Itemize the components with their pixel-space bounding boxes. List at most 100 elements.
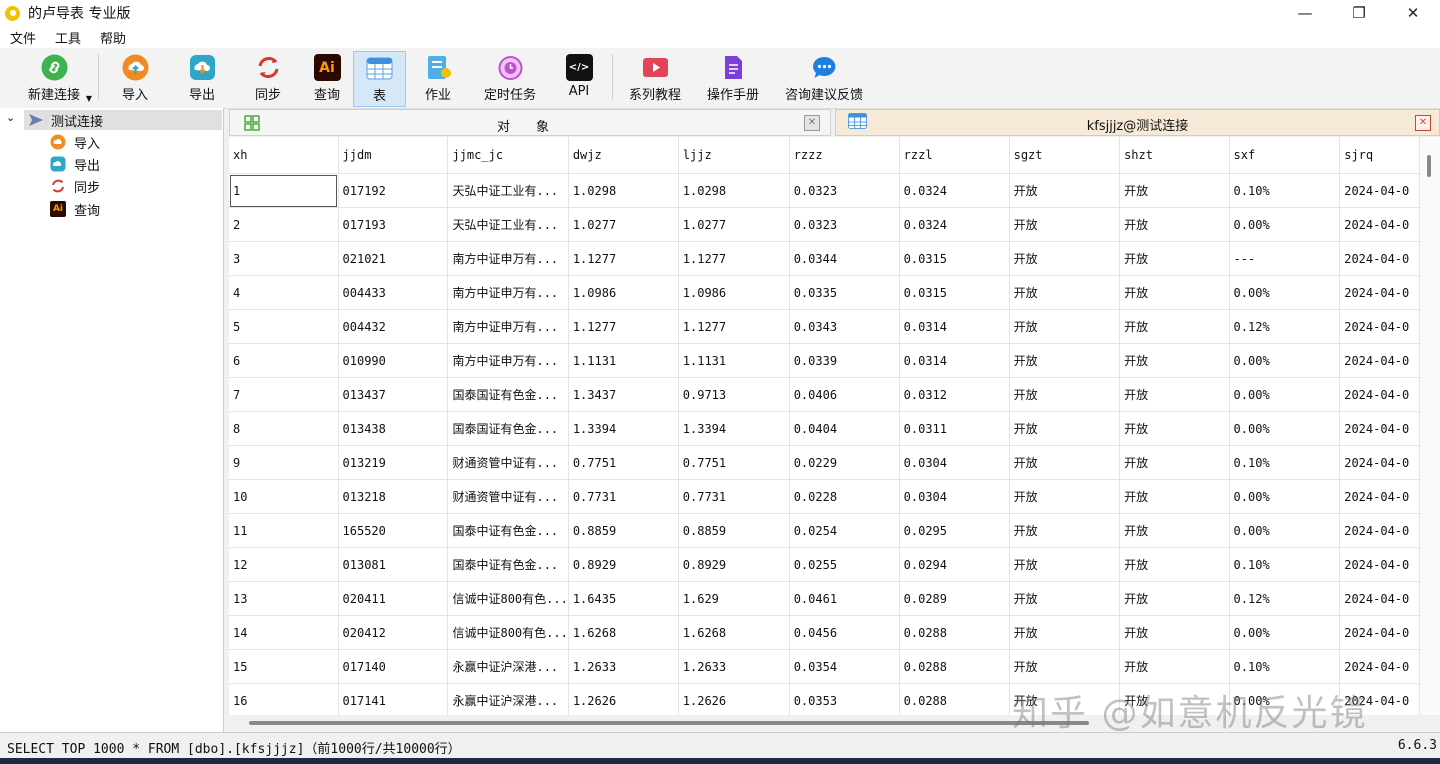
maximize-button[interactable]: ❐: [1332, 0, 1386, 26]
table-row[interactable]: 8 013438 国泰国证有色金... 1.3394 1.3394 0.0404 0.031…: [229, 411, 1420, 446]
table-cell[interactable]: 开放: [1009, 309, 1121, 344]
table-cell[interactable]: 2024-04-0: [1339, 207, 1420, 242]
table-cell[interactable]: 0.0295: [899, 513, 1010, 548]
table-cell[interactable]: 天弘中证工业有...: [447, 173, 569, 208]
table-cell[interactable]: 0.8859: [678, 513, 790, 548]
table-cell[interactable]: 0.0461: [789, 581, 900, 616]
table-cell[interactable]: 0.8859: [568, 513, 679, 548]
feedback-button[interactable]: 咨询建议反馈: [780, 51, 868, 105]
table-row[interactable]: 3 021021 南方中证申万有... 1.1277 1.1277 0.0344 0.031…: [229, 241, 1420, 276]
table-cell[interactable]: 0.0312: [899, 377, 1010, 412]
table-cell[interactable]: 南方中证申万有...: [447, 309, 569, 344]
tree-item-import[interactable]: 导入: [50, 132, 100, 152]
table-cell[interactable]: 开放: [1009, 513, 1121, 548]
table-cell[interactable]: 0.0314: [899, 309, 1010, 344]
table-cell[interactable]: 4: [229, 275, 339, 310]
table-cell[interactable]: 0.0404: [789, 411, 900, 446]
table-cell[interactable]: 开放: [1119, 173, 1230, 208]
table-cell[interactable]: 南方中证申万有...: [447, 343, 569, 378]
table-cell[interactable]: 2024-04-0: [1339, 649, 1420, 684]
table-cell[interactable]: 1.629: [678, 581, 790, 616]
table-cell[interactable]: 013437: [338, 377, 449, 412]
table-cell[interactable]: 0.0254: [789, 513, 900, 548]
tab-table-kfsjjjz[interactable]: kfsjjjz@测试连接 ✕: [835, 109, 1440, 136]
column-header-dwjz[interactable]: dwjz: [568, 137, 679, 174]
table-cell[interactable]: 0.7731: [568, 479, 679, 514]
table-button[interactable]: 表: [353, 51, 406, 107]
table-cell[interactable]: 6: [229, 343, 339, 378]
table-row[interactable]: 6 010990 南方中证申万有... 1.1131 1.1131 0.0339 0.031…: [229, 343, 1420, 378]
menu-file[interactable]: 文件: [1, 28, 45, 47]
table-cell[interactable]: 开放: [1009, 207, 1121, 242]
table-cell[interactable]: 2024-04-0: [1339, 411, 1420, 446]
table-cell[interactable]: 0.00%: [1229, 615, 1341, 650]
table-cell[interactable]: 017193: [338, 207, 449, 242]
table-cell[interactable]: 1.1277: [678, 241, 790, 276]
table-cell[interactable]: 004433: [338, 275, 449, 310]
table-cell[interactable]: 2024-04-0: [1339, 513, 1420, 548]
table-cell[interactable]: 0.00%: [1229, 513, 1341, 548]
table-cell[interactable]: 1.0277: [568, 207, 679, 242]
table-cell[interactable]: 开放: [1009, 649, 1121, 684]
column-header-jjdm[interactable]: jjdm: [338, 137, 449, 174]
table-cell[interactable]: 013218: [338, 479, 449, 514]
table-cell[interactable]: 0.00%: [1229, 275, 1341, 310]
column-header-ljjz[interactable]: ljjz: [678, 137, 790, 174]
table-cell[interactable]: 0.0344: [789, 241, 900, 276]
table-cell[interactable]: 开放: [1009, 547, 1121, 582]
table-row[interactable]: 14 020412 信诚中证800有色... 1.6268 1.6268 0.0456 0.…: [229, 615, 1420, 650]
tree-item-export[interactable]: 导出: [50, 154, 100, 174]
table-cell[interactable]: 16: [229, 683, 339, 715]
table-cell[interactable]: 信诚中证800有色...: [447, 615, 569, 650]
table-cell[interactable]: 9: [229, 445, 339, 480]
table-cell[interactable]: 15: [229, 649, 339, 684]
vertical-scrollbar[interactable]: [1420, 137, 1440, 715]
table-cell[interactable]: 财通资管中证有...: [447, 479, 569, 514]
table-cell[interactable]: 开放: [1009, 377, 1121, 412]
tree-item-query[interactable]: Ai 查询: [50, 199, 100, 219]
table-cell[interactable]: 0.12%: [1229, 581, 1341, 616]
table-cell[interactable]: 0.7751: [678, 445, 790, 480]
table-cell[interactable]: 开放: [1119, 207, 1230, 242]
table-cell[interactable]: 14: [229, 615, 339, 650]
table-cell[interactable]: 1.6435: [568, 581, 679, 616]
scroll-thumb[interactable]: [1427, 155, 1431, 177]
table-cell[interactable]: 0.0456: [789, 615, 900, 650]
table-cell[interactable]: 013219: [338, 445, 449, 480]
table-cell[interactable]: 2024-04-0: [1339, 615, 1420, 650]
table-cell[interactable]: 0.0323: [789, 207, 900, 242]
table-cell[interactable]: 开放: [1119, 309, 1230, 344]
table-cell[interactable]: 0.10%: [1229, 547, 1341, 582]
table-cell[interactable]: 0.7751: [568, 445, 679, 480]
table-row[interactable]: 9 013219 财通资管中证有... 0.7751 0.7751 0.0229 0.030…: [229, 445, 1420, 480]
table-cell[interactable]: 0.00%: [1229, 479, 1341, 514]
table-cell[interactable]: 165520: [338, 513, 449, 548]
table-cell[interactable]: 天弘中证工业有...: [447, 207, 569, 242]
table-row[interactable]: 13 020411 信诚中证800有色... 1.6435 1.629 0.0461 0.0…: [229, 581, 1420, 616]
table-cell[interactable]: 0.8929: [568, 547, 679, 582]
table-cell[interactable]: 5: [229, 309, 339, 344]
table-cell[interactable]: 0.0288: [899, 683, 1010, 715]
table-cell[interactable]: 1.0298: [678, 173, 790, 208]
table-cell[interactable]: 0.0304: [899, 479, 1010, 514]
table-cell[interactable]: 3: [229, 241, 339, 276]
table-cell[interactable]: 013438: [338, 411, 449, 446]
table-cell[interactable]: 0.0304: [899, 445, 1010, 480]
table-row[interactable]: 11 165520 国泰中证有色金... 0.8859 0.8859 0.0254 0.02…: [229, 513, 1420, 548]
table-cell[interactable]: 0.00%: [1229, 207, 1341, 242]
table-row[interactable]: 15 017140 永赢中证沪深港... 1.2633 1.2633 0.0354 0.02…: [229, 649, 1420, 684]
table-cell[interactable]: 11: [229, 513, 339, 548]
table-cell[interactable]: 0.0315: [899, 241, 1010, 276]
close-tab-icon[interactable]: ✕: [1415, 115, 1431, 131]
table-cell[interactable]: 开放: [1009, 241, 1121, 276]
table-cell[interactable]: 10: [229, 479, 339, 514]
table-cell[interactable]: 永赢中证沪深港...: [447, 649, 569, 684]
table-cell[interactable]: 1.0298: [568, 173, 679, 208]
table-cell[interactable]: 0.00%: [1229, 377, 1341, 412]
table-cell[interactable]: 0.0228: [789, 479, 900, 514]
table-cell[interactable]: 0.0339: [789, 343, 900, 378]
table-cell[interactable]: 1.3394: [678, 411, 790, 446]
table-cell[interactable]: 开放: [1119, 411, 1230, 446]
table-cell[interactable]: 020412: [338, 615, 449, 650]
tree-root-connection[interactable]: 测试连接: [24, 110, 222, 130]
